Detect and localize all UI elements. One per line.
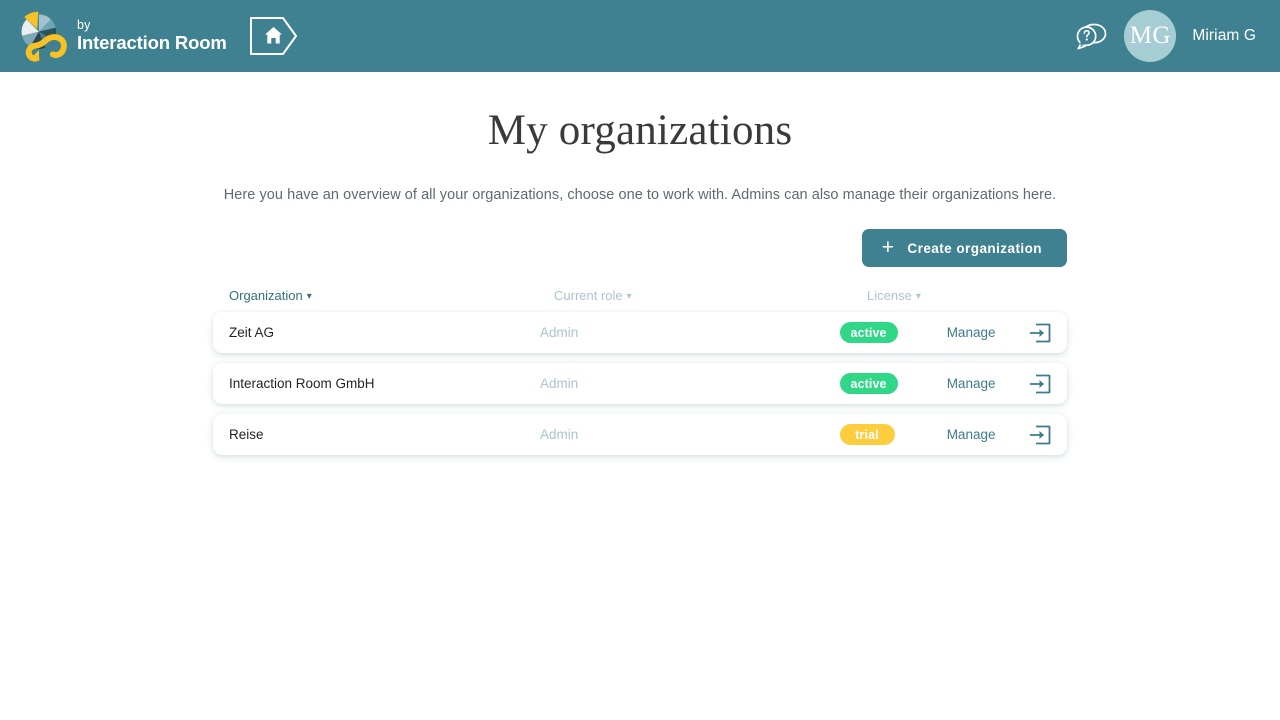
brand-logo-link[interactable]: by Interaction Room [14, 9, 227, 63]
app-header: by Interaction Room MG Miriam G [0, 0, 1280, 72]
manage-link[interactable]: Manage [947, 376, 1029, 391]
chevron-down-icon: ▾ [915, 290, 921, 302]
enter-organization-button[interactable] [1029, 374, 1051, 394]
organization-name: Zeit AG [229, 325, 275, 341]
column-header-current-role-label: Current role [554, 288, 623, 304]
enter-arrow-icon [1029, 425, 1051, 445]
enter-arrow-icon [1029, 323, 1051, 343]
column-header-license-label: License [867, 288, 912, 304]
table-row[interactable]: Interaction Room GmbH Admin active Manag… [213, 363, 1067, 405]
table-row[interactable]: Reise Admin trial Manage [213, 414, 1067, 456]
status-badge: active [839, 322, 898, 344]
enter-arrow-icon [1029, 374, 1051, 394]
chevron-down-icon: ▾ [626, 290, 632, 302]
manage-link[interactable]: Manage [947, 325, 1029, 340]
chevron-down-icon: ▾ [306, 290, 312, 302]
status-badge: trial [839, 424, 895, 446]
current-role: Admin [540, 427, 579, 443]
current-role: Admin [540, 325, 579, 341]
organization-name: Interaction Room GmbH [229, 376, 375, 392]
license-cell: active [839, 373, 947, 395]
home-button[interactable] [249, 14, 299, 58]
page-subtitle: Here you have an overview of all your or… [223, 187, 1057, 204]
organization-name: Reise [229, 427, 264, 443]
help-button[interactable] [1074, 19, 1108, 53]
current-role: Admin [540, 376, 579, 392]
column-header-organization[interactable]: Organization ▾ [229, 288, 554, 303]
page-body: My organizations Here you have an overvi… [0, 72, 1280, 456]
content-area: + Create organization Organization ▾ Cur… [213, 203, 1067, 456]
brand-text: by Interaction Room [77, 18, 227, 54]
table-row[interactable]: Zeit AG Admin active Manage [213, 312, 1067, 354]
avatar[interactable]: MG [1124, 10, 1177, 62]
home-icon [249, 14, 299, 58]
help-question-bubble-icon [1074, 19, 1108, 53]
enter-organization-button[interactable] [1029, 323, 1051, 343]
manage-link[interactable]: Manage [947, 427, 1029, 442]
plus-icon: + [881, 235, 895, 259]
page-title: My organizations [487, 107, 793, 154]
column-header-current-role[interactable]: Current role ▾ [554, 288, 867, 303]
brand-by-label: by [77, 18, 91, 33]
license-cell: trial [839, 424, 947, 446]
toolbar: + Create organization [213, 229, 1067, 268]
license-cell: active [839, 322, 947, 344]
header-right-group: MG Miriam G [1074, 10, 1256, 62]
column-header-organization-label: Organization [229, 288, 303, 304]
user-name-label[interactable]: Miriam G [1192, 27, 1256, 45]
create-organization-button[interactable]: + Create organization [861, 229, 1067, 268]
interaction-room-logo-icon [14, 9, 68, 63]
status-badge: active [839, 373, 898, 395]
enter-organization-button[interactable] [1029, 425, 1051, 445]
column-header-license[interactable]: License ▾ [867, 288, 921, 303]
create-organization-label: Create organization [907, 240, 1042, 256]
organization-list: Zeit AG Admin active Manage Interaction … [213, 312, 1067, 456]
brand-name-label: Interaction Room [77, 32, 227, 54]
table-header-row: Organization ▾ Current role ▾ License ▾ [213, 267, 1067, 312]
